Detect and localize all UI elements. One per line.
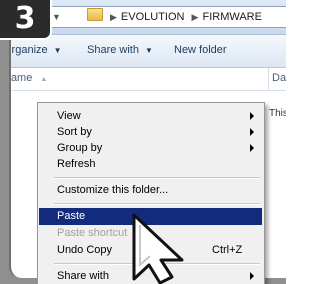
new-folder-label: New folder [174, 44, 227, 56]
menu-item-label: Paste [57, 210, 86, 222]
menu-item-shortcut: Ctrl+Z [212, 244, 243, 256]
step-badge: 3 [0, 0, 52, 40]
submenu-arrow-icon [250, 272, 254, 280]
menu-item-label: Undo Copy [57, 244, 113, 256]
menu-item-label: Refresh [57, 158, 96, 170]
dropdown-arrow-icon: ▼ [53, 46, 62, 55]
column-divider[interactable] [268, 68, 269, 90]
menu-item-label: Paste shortcut [57, 227, 128, 239]
submenu-arrow-icon [250, 112, 254, 120]
share-with-button[interactable]: Share with ▼ [87, 44, 153, 56]
screenshot-frame: ▼ ▶EVOLUTION ▶FIRMWARE Organize▼ Share w… [0, 0, 286, 284]
organize-button[interactable]: Organize ▼ [11, 44, 62, 56]
address-bar: ▼ ▶ EVOLUTION ▶ FIRMWARE [11, 0, 286, 35]
menu-item-sort-by[interactable]: Sort by [39, 124, 262, 141]
menu-item-customize-folder[interactable]: Customize this folder... [39, 182, 262, 199]
column-name-label: Name [10, 72, 33, 84]
submenu-arrow-icon [250, 128, 254, 136]
column-header: Name ▲ Date [11, 68, 286, 91]
sort-ascending-icon: ▲ [40, 76, 48, 83]
folder-icon [86, 8, 103, 21]
menu-item-view[interactable]: View [39, 108, 262, 125]
menu-item-label: Group by [57, 142, 103, 154]
menu-item-label: View [57, 110, 81, 122]
menu-separator [54, 177, 260, 179]
organize-label: Organize [11, 44, 48, 56]
menu-item-label: Sort by [57, 126, 92, 138]
new-folder-button[interactable]: New folder [174, 44, 227, 56]
share-with-label: Share with [87, 44, 139, 56]
chevron-down-icon[interactable]: ▼ [52, 12, 61, 22]
breadcrumb-evolution[interactable]: EVOLUTION [121, 11, 185, 23]
breadcrumb-firmware[interactable]: FIRMWARE [202, 11, 261, 23]
chevron-right-icon[interactable]: ▶ [110, 12, 117, 22]
chevron-right-icon[interactable]: ▶ [192, 12, 199, 22]
menu-item-refresh[interactable]: Refresh [39, 156, 262, 173]
address-breadcrumb[interactable]: ▼ ▶ EVOLUTION ▶ FIRMWARE [47, 6, 286, 28]
dropdown-arrow-icon: ▼ [144, 46, 153, 55]
submenu-arrow-icon [250, 144, 254, 152]
menu-item-label: Customize this folder... [57, 184, 169, 196]
menu-item-label: Share with [57, 270, 109, 282]
menu-separator [54, 203, 260, 205]
command-toolbar: Organize ▼ Share with ▼ New folder [11, 35, 286, 68]
menu-item-group-by[interactable]: Group by [39, 140, 262, 157]
mouse-pointer-icon [132, 213, 184, 284]
empty-folder-message: This [269, 108, 286, 119]
column-date-header[interactable]: Date [272, 72, 286, 84]
column-name-header[interactable]: Name ▲ [10, 72, 48, 84]
